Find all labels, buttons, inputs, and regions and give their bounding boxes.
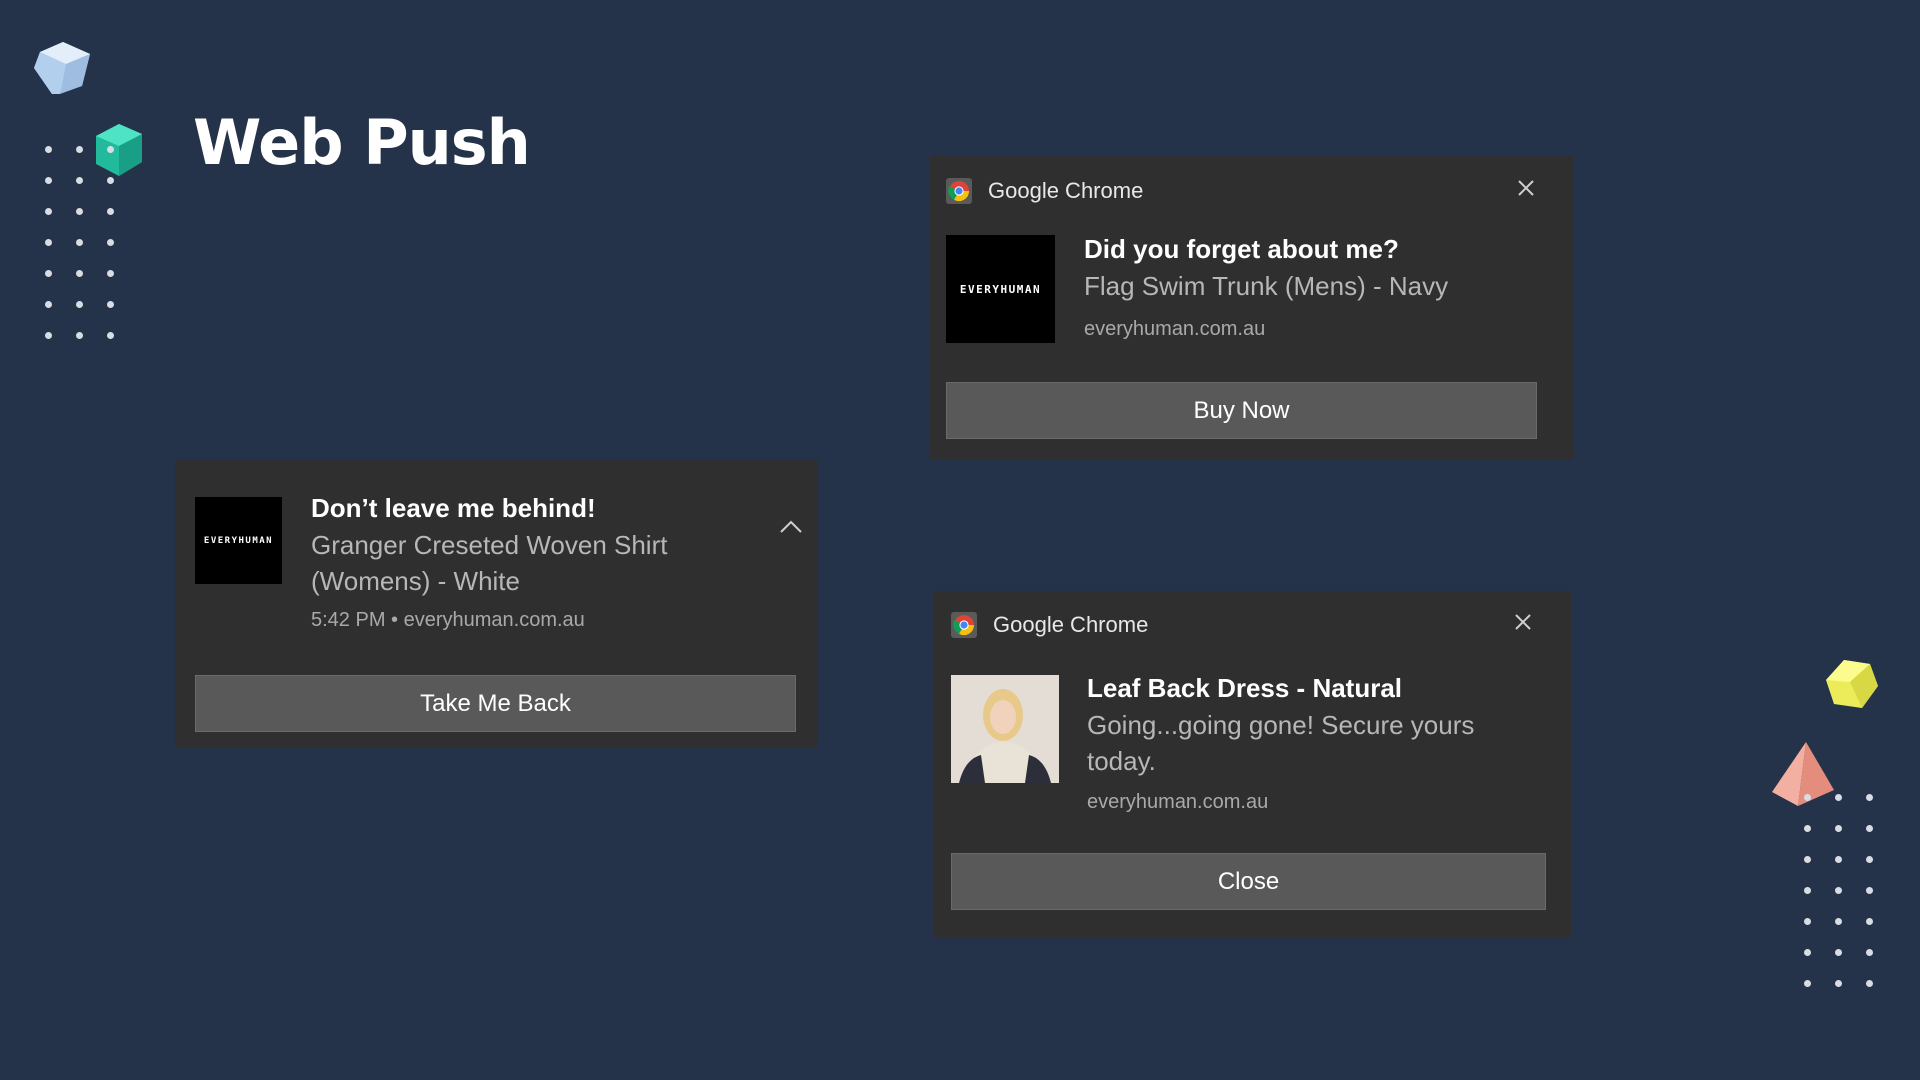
brand-logo-text: EVERYHUMAN — [959, 282, 1042, 296]
notification-card-top-right[interactable]: Google Chrome EVERYHUMAN Did you forget … — [930, 156, 1573, 459]
chrome-icon — [946, 178, 972, 204]
notification-body-line2: (Womens) - White — [311, 566, 520, 596]
app-name: Google Chrome — [988, 178, 1144, 203]
notification-meta: everyhuman.com.au — [1087, 791, 1269, 813]
notification-body-line2: today. — [1087, 746, 1156, 776]
notification-body-line1: Going...going gone! Secure yours — [1087, 710, 1475, 740]
chrome-icon — [951, 612, 977, 638]
dot-grid-right — [1804, 794, 1897, 1011]
notification-card-bottom-right[interactable]: Google Chrome Leaf Back Dress - Natural … — [933, 591, 1571, 937]
dot-grid-left — [45, 146, 138, 363]
product-photo — [951, 675, 1059, 783]
chevron-up-icon[interactable] — [777, 517, 805, 537]
notification-body: Flag Swim Trunk (Mens) - Navy — [1084, 271, 1449, 301]
close-button[interactable]: Close — [951, 853, 1546, 910]
notification-card-left[interactable]: EVERYHUMAN Don’t leave me behind! Grange… — [175, 459, 818, 747]
brand-thumbnail: EVERYHUMAN — [946, 235, 1055, 343]
notification-meta: everyhuman.com.au — [1084, 318, 1266, 340]
notification-title: Leaf Back Dress - Natural — [1087, 673, 1403, 703]
notification-meta: 5:42 PM • everyhuman.com.au — [311, 609, 585, 631]
cube-icon-yellow — [1826, 660, 1878, 708]
brand-thumbnail: EVERYHUMAN — [195, 497, 282, 584]
buy-now-button[interactable]: Buy Now — [946, 382, 1537, 439]
page-title: Web Push — [193, 106, 531, 179]
person-image — [951, 675, 1059, 783]
close-icon[interactable] — [1509, 608, 1537, 636]
app-name: Google Chrome — [993, 612, 1149, 637]
notification-header: Google Chrome — [946, 176, 1143, 206]
cube-icon-blue — [34, 42, 90, 94]
notification-body-line1: Granger Creseted Woven Shirt — [311, 530, 668, 560]
brand-logo-text: EVERYHUMAN — [203, 535, 274, 546]
notification-header: Google Chrome — [951, 610, 1148, 640]
close-icon[interactable] — [1512, 174, 1540, 202]
notification-title: Did you forget about me? — [1084, 234, 1399, 264]
notification-title: Don’t leave me behind! — [311, 493, 596, 523]
take-me-back-button[interactable]: Take Me Back — [195, 675, 796, 732]
